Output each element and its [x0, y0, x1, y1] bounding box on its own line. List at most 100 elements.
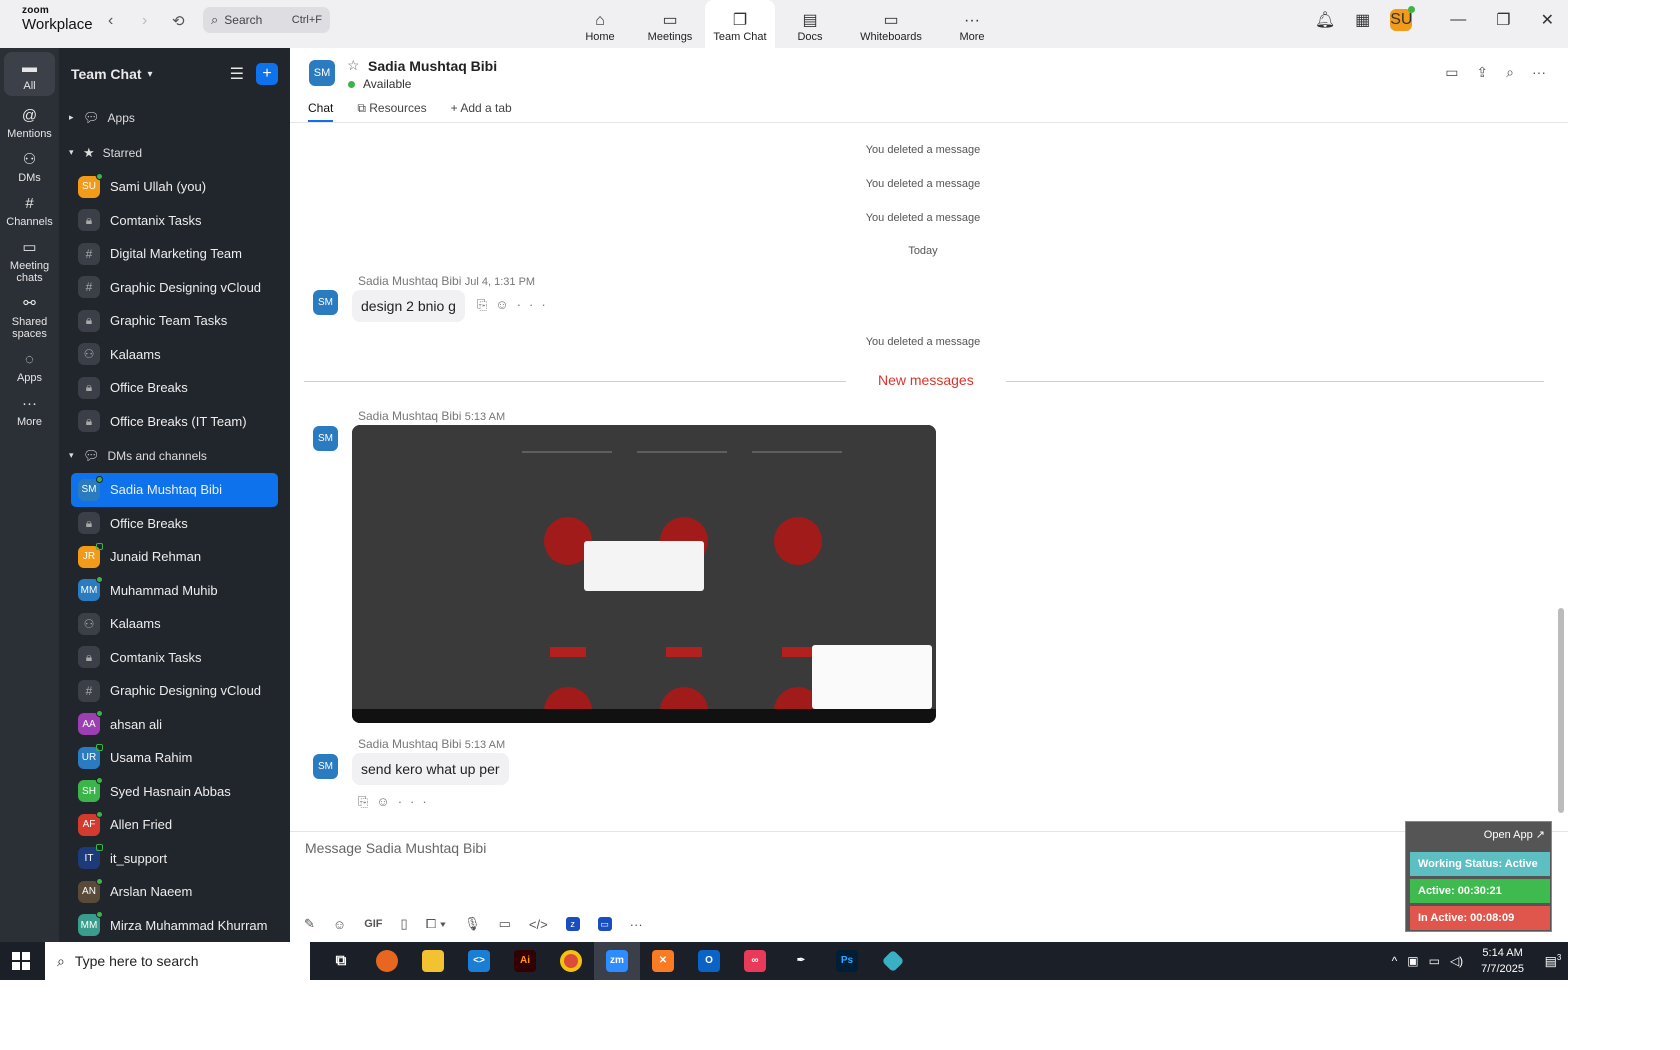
chrome-icon[interactable]	[548, 942, 594, 980]
reply-icon[interactable]: ⎘	[477, 297, 495, 312]
tab-team-chat[interactable]: ❐ Team Chat	[705, 0, 775, 48]
app-diamond-icon[interactable]	[870, 942, 916, 980]
open-app-link[interactable]: Open App ↗	[1484, 828, 1545, 841]
restore-icon[interactable]: ❐	[1496, 10, 1510, 30]
file-icon[interactable]: ▯	[401, 916, 408, 932]
more-icon[interactable]: ···	[517, 297, 554, 312]
avatar[interactable]: SM	[313, 754, 338, 779]
filter-icon[interactable]: ☰	[230, 64, 244, 84]
message-bubble[interactable]: send kero what up per	[352, 753, 509, 785]
sidebar-item[interactable]: UR Usama Rahim	[59, 741, 278, 775]
sidebar-item[interactable]: # Digital Marketing Team	[59, 237, 278, 271]
tab-add[interactable]: + Add a tab	[451, 101, 512, 122]
sidebar-item[interactable]: JR Junaid Rehman	[59, 540, 278, 574]
rail-shared-spaces[interactable]: ⚯ Shared spaces	[0, 288, 59, 344]
calendar-icon[interactable]: ▦	[1355, 10, 1370, 30]
sidebar-item[interactable]: 🔒︎ Graphic Team Tasks	[59, 304, 278, 338]
new-chat-button[interactable]: +	[256, 63, 278, 85]
tab-home[interactable]: ⌂ Home	[565, 0, 635, 48]
sidebar-item[interactable]: 🔒︎ Office Breaks	[59, 507, 278, 541]
rail-dms[interactable]: ⚇ DMs	[0, 144, 59, 188]
app-icon[interactable]: z	[565, 917, 580, 931]
sidebar-item[interactable]: 🔒︎ Comtanix Tasks	[59, 204, 278, 238]
emoji-icon[interactable]: ☺	[333, 917, 346, 932]
windows-start-icon[interactable]	[12, 952, 30, 970]
rail-mentions[interactable]: @ Mentions	[0, 100, 59, 144]
share-screen-icon[interactable]: ⇪	[1476, 64, 1488, 81]
rail-channels[interactable]: # Channels	[0, 188, 59, 232]
tab-meetings[interactable]: ▭ Meetings	[635, 0, 705, 48]
taskbar-search[interactable]: ⌕ Type here to search	[45, 942, 310, 980]
microphone-icon[interactable]: 🎙︎	[464, 916, 481, 932]
avatar[interactable]: SM	[309, 60, 335, 86]
section-dms[interactable]: ▾ 💬︎ DMs and channels	[59, 438, 290, 473]
emoji-icon[interactable]: ☺	[376, 794, 397, 809]
back-arrow-icon[interactable]: ‹	[108, 12, 113, 30]
creative-cloud-icon[interactable]: ∞	[732, 942, 778, 980]
message-input[interactable]: Message Sadia Mushtaq Bibi	[305, 840, 486, 856]
pen-tool-icon[interactable]: ✒	[778, 942, 824, 980]
format-icon[interactable]: ✎	[304, 916, 315, 932]
sidebar-item[interactable]: 🔒︎ Office Breaks (IT Team)	[59, 405, 278, 439]
rail-more[interactable]: ··· More	[0, 388, 59, 432]
sidebar-item[interactable]: MM Mirza Muhammad Khurram	[59, 909, 278, 943]
rail-meeting-chats[interactable]: ▭ Meeting chats	[0, 232, 59, 288]
section-apps[interactable]: ▸ 💬︎ Apps	[59, 100, 290, 135]
more-options-icon[interactable]: ···	[1532, 64, 1546, 81]
sidebar-item[interactable]: ⚇ Kalaams	[59, 338, 278, 372]
code-icon[interactable]: </>	[529, 917, 548, 932]
file-explorer-icon[interactable]	[410, 942, 456, 980]
screenshot-icon[interactable]: ⧠ ▾	[426, 916, 446, 932]
tab-resources[interactable]: ⧉ Resources	[357, 101, 426, 122]
more-icon[interactable]: ···	[398, 794, 435, 809]
scrollbar[interactable]	[1558, 608, 1564, 813]
sidebar-item[interactable]: # Graphic Designing vCloud	[59, 271, 278, 305]
task-view-icon[interactable]: ⧉	[318, 942, 364, 980]
gif-icon[interactable]: GIF	[364, 918, 382, 930]
chevron-up-icon[interactable]: ^	[1392, 954, 1398, 968]
sidebar-item[interactable]: ⚇ Kalaams	[59, 607, 278, 641]
avatar[interactable]: SM	[313, 290, 338, 315]
forward-arrow-icon[interactable]: ›	[142, 12, 147, 30]
user-avatar[interactable]: SU	[1390, 6, 1416, 31]
message-bubble[interactable]: design 2 bnio g	[352, 290, 465, 322]
tab-more[interactable]: ··· More	[937, 0, 1007, 48]
reply-icon[interactable]: ⎘	[358, 794, 376, 809]
sidebar-item[interactable]: # Graphic Designing vCloud	[59, 674, 278, 708]
message-composer[interactable]: Message Sadia Mushtaq Bibi ✎ ☺ GIF ▯ ⧠ ▾…	[290, 831, 1568, 942]
sidebar-item[interactable]: AF Allen Fried	[59, 808, 278, 842]
search-box[interactable]: ⌕ Search Ctrl+F	[203, 7, 330, 33]
sidebar-item[interactable]: MM Muhammad Muhib	[59, 574, 278, 608]
sidebar-item[interactable]: IT it_support	[59, 842, 278, 876]
zoom-taskbar-icon[interactable]: zm	[594, 942, 640, 980]
chat-title[interactable]: Sadia Mushtaq Bibi	[368, 58, 497, 74]
xampp-icon[interactable]: ✕	[640, 942, 686, 980]
photoshop-icon[interactable]: Ps	[824, 942, 870, 980]
bell-icon[interactable]: 🔔︎	[1315, 10, 1335, 30]
outlook-icon[interactable]: O	[686, 942, 732, 980]
vscode-icon[interactable]: <>	[456, 942, 502, 980]
more-icon[interactable]: ···	[630, 917, 643, 932]
sidebar-item[interactable]: SM Sadia Mushtaq Bibi	[71, 473, 278, 507]
section-starred[interactable]: ▾ ★ Starred	[59, 135, 290, 170]
rail-all[interactable]: ▬ All	[4, 52, 55, 96]
clock[interactable]: 5:14 AM 7/7/2025	[1481, 945, 1524, 977]
star-icon[interactable]: ☆	[347, 57, 360, 74]
tab-chat[interactable]: Chat	[308, 101, 334, 122]
sidebar-item[interactable]: SH Syed Hasnain Abbas	[59, 775, 278, 809]
sidebar-item[interactable]: SU Sami Ullah (you)	[59, 170, 278, 204]
video-message-icon[interactable]: ▭	[499, 916, 511, 932]
history-icon[interactable]: ⟲	[172, 12, 185, 30]
minimize-icon[interactable]: —	[1450, 11, 1466, 29]
illustrator-icon[interactable]: Ai	[502, 942, 548, 980]
sidebar-item[interactable]: 🔒︎ Comtanix Tasks	[59, 641, 278, 675]
image-attachment[interactable]	[352, 425, 936, 723]
sidebar-item[interactable]: AA ahsan ali	[59, 708, 278, 742]
network-icon[interactable]: ▭	[1429, 954, 1440, 968]
search-icon[interactable]: ⌕	[1506, 64, 1514, 81]
chevron-down-icon[interactable]: ▾	[148, 69, 153, 80]
sidebar-item[interactable]: 🔒︎ Office Breaks	[59, 371, 278, 405]
notification-icon[interactable]: ▤3	[1538, 953, 1568, 969]
video-call-icon[interactable]: ▭	[1445, 64, 1458, 81]
volume-icon[interactable]: ◁)	[1450, 954, 1463, 968]
